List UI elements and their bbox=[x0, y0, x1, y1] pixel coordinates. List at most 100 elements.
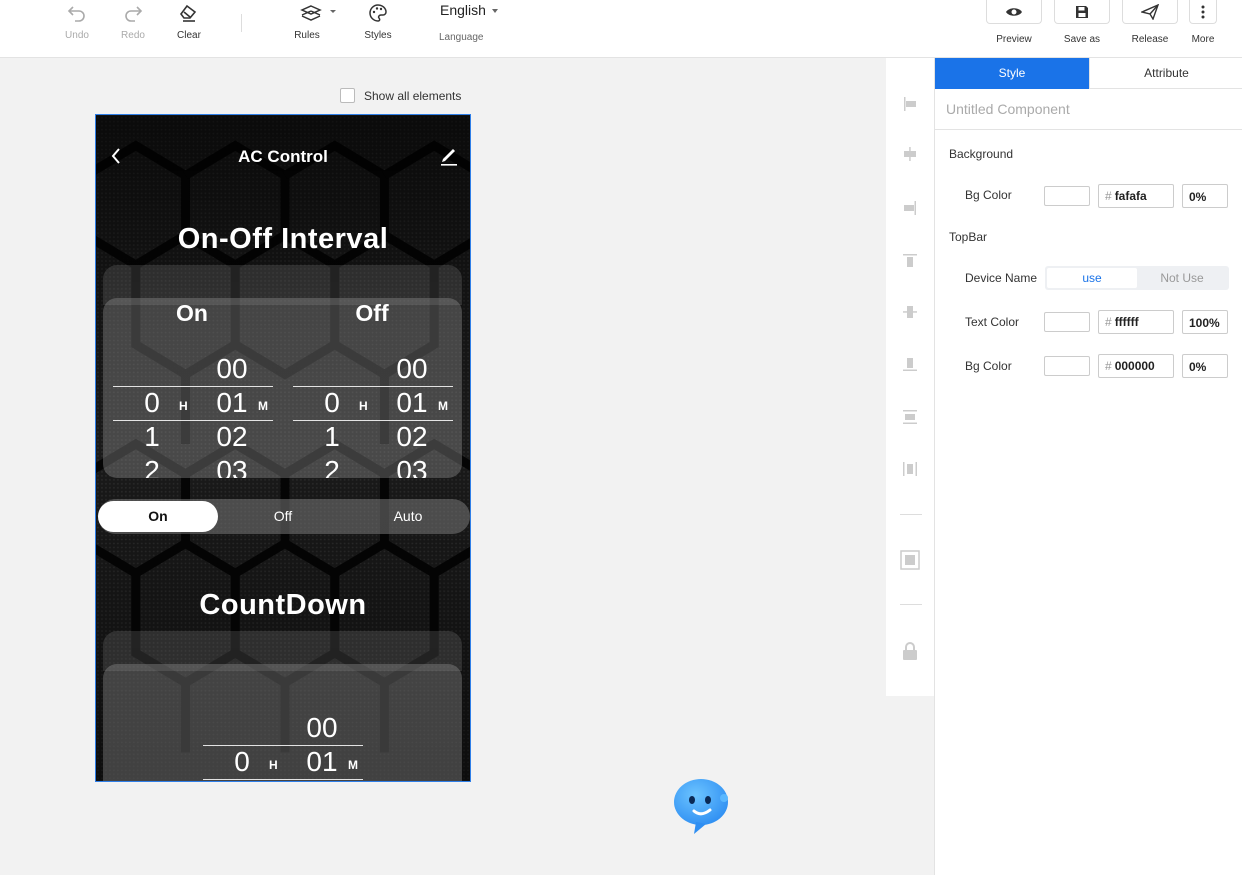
lock-icon[interactable] bbox=[900, 641, 920, 661]
off-minute-value: 03 bbox=[396, 455, 428, 478]
distribute-vertical-icon[interactable] bbox=[900, 407, 920, 427]
align-bottom-icon[interactable] bbox=[900, 354, 920, 374]
align-top-icon[interactable] bbox=[900, 251, 920, 271]
bg-color-hex-value: fafafa bbox=[1114, 189, 1147, 203]
device-name-toggle: use Not Use bbox=[1045, 266, 1229, 290]
hour-unit: H bbox=[269, 758, 278, 772]
undo-label: Undo bbox=[65, 30, 89, 41]
component-name-field[interactable]: Untitled Component bbox=[935, 89, 1242, 130]
show-all-label: Show all elements bbox=[364, 88, 462, 103]
off-minute-value: 00 bbox=[396, 353, 428, 384]
off-column-label: Off bbox=[355, 300, 389, 326]
mode-option-off[interactable]: Off bbox=[223, 501, 343, 532]
text-color-opacity-input[interactable]: 100% bbox=[1182, 310, 1228, 334]
topbar-bg-color-swatch[interactable] bbox=[1044, 356, 1090, 376]
countdown-hour-value: 0 bbox=[234, 746, 250, 777]
text-color-label: Text Color bbox=[965, 315, 1020, 329]
mode-option-on[interactable]: On bbox=[98, 501, 218, 532]
language-label: Language bbox=[439, 32, 484, 43]
on-minute-value: 00 bbox=[216, 353, 248, 384]
tab-attribute[interactable]: Attribute bbox=[1089, 58, 1242, 89]
on-minute-value: 03 bbox=[216, 455, 248, 478]
editor-app: Undo Redo Clear Rules Styles English Lan… bbox=[0, 0, 1242, 875]
text-color-swatch[interactable] bbox=[1044, 312, 1090, 332]
align-right-icon[interactable] bbox=[900, 198, 920, 218]
hour-unit: H bbox=[179, 399, 188, 413]
bg-color-opacity-input[interactable]: 0% bbox=[1182, 184, 1228, 208]
interval-title: On-Off Interval bbox=[177, 223, 389, 255]
clear-button[interactable]: Clear bbox=[172, 0, 206, 50]
on-hour-value: 0 bbox=[144, 387, 160, 418]
preview-button-box bbox=[986, 0, 1042, 24]
countdown-minute-value: 01 bbox=[306, 746, 338, 777]
countdown-time-picker[interactable]: 00 0 H 01 M bbox=[203, 712, 363, 781]
show-all-elements-checkbox[interactable]: Show all elements bbox=[340, 88, 461, 103]
properties-panel: Style Attribute Untitled Component Backg… bbox=[934, 58, 1242, 875]
topbar-bg-color-hex-input[interactable]: #000000 bbox=[1098, 354, 1174, 378]
redo-label: Redo bbox=[121, 30, 145, 41]
more-button[interactable]: More bbox=[1189, 0, 1217, 45]
undo-icon bbox=[60, 0, 94, 28]
layers-icon bbox=[290, 0, 342, 28]
save-as-button-box bbox=[1054, 0, 1110, 24]
on-minute-value: 02 bbox=[216, 421, 248, 452]
hash-icon: # bbox=[1105, 359, 1112, 373]
more-vertical-icon bbox=[1201, 5, 1205, 18]
topbar-bg-color-opacity-input[interactable]: 0% bbox=[1182, 354, 1228, 378]
alignment-divider bbox=[900, 604, 922, 605]
checkbox-box[interactable] bbox=[340, 88, 355, 103]
mode-segmented-control: On Off Auto bbox=[98, 499, 470, 534]
align-center-vertical-icon[interactable] bbox=[900, 302, 920, 322]
on-column-label: On bbox=[176, 300, 208, 326]
styles-button[interactable]: Styles bbox=[361, 0, 395, 50]
distribute-horizontal-icon[interactable] bbox=[900, 459, 920, 479]
rules-button[interactable]: Rules bbox=[290, 0, 342, 50]
device-name-not-use-option[interactable]: Not Use bbox=[1137, 268, 1227, 288]
topbar-bg-color-label: Bg Color bbox=[965, 359, 1012, 373]
phone-preview[interactable]: AC Control On-Off Interval On Off 00 0 H… bbox=[95, 114, 471, 782]
minute-unit: M bbox=[438, 399, 448, 413]
mode-option-auto[interactable]: Auto bbox=[348, 501, 468, 532]
bg-color-label: Bg Color bbox=[965, 188, 1012, 202]
hour-unit: H bbox=[359, 399, 368, 413]
undo-button[interactable]: Undo bbox=[60, 0, 94, 50]
text-color-hex-value: ffffff bbox=[1114, 315, 1139, 329]
align-left-icon[interactable] bbox=[900, 94, 920, 114]
bg-color-hex-input[interactable]: # fafafa bbox=[1098, 184, 1174, 208]
release-button[interactable]: Release bbox=[1122, 0, 1178, 45]
on-time-picker[interactable]: 00 0 H 01 M 1 02 2 03 bbox=[113, 353, 273, 478]
minute-unit: M bbox=[348, 758, 358, 772]
device-name-use-option[interactable]: use bbox=[1047, 268, 1137, 288]
picker-line bbox=[203, 779, 363, 780]
off-time-picker[interactable]: 00 0 H 01 M 1 02 2 03 bbox=[293, 353, 453, 478]
bg-color-swatch[interactable] bbox=[1044, 186, 1090, 206]
interval-panel: On Off 00 0 H 01 M 1 02 2 03 00 0 H 01 M… bbox=[103, 298, 462, 478]
save-icon bbox=[1076, 5, 1088, 18]
off-minute-value: 01 bbox=[396, 387, 428, 418]
language-value: English bbox=[440, 2, 486, 18]
group-icon[interactable] bbox=[900, 550, 920, 570]
tab-style[interactable]: Style bbox=[935, 58, 1089, 89]
background-group-label: Background bbox=[949, 147, 1014, 161]
align-center-horizontal-icon[interactable] bbox=[900, 144, 920, 164]
alignment-toolbar bbox=[886, 58, 934, 696]
alignment-divider bbox=[900, 514, 922, 515]
more-button-box bbox=[1189, 0, 1217, 24]
countdown-minute-value: 00 bbox=[306, 712, 338, 743]
redo-button[interactable]: Redo bbox=[116, 0, 150, 50]
save-as-button[interactable]: Save as bbox=[1054, 0, 1110, 45]
chat-assistant-icon[interactable] bbox=[672, 778, 732, 841]
edit-pencil-icon[interactable] bbox=[440, 146, 458, 171]
preview-button[interactable]: Preview bbox=[986, 0, 1042, 45]
off-hour-value: 2 bbox=[324, 455, 340, 478]
off-minute-value: 02 bbox=[396, 421, 428, 452]
phone-content: AC Control On-Off Interval On Off 00 0 H… bbox=[96, 115, 470, 781]
styles-label: Styles bbox=[364, 30, 392, 41]
text-color-hex-input[interactable]: # ffffff bbox=[1098, 310, 1174, 334]
chevron-down-icon bbox=[491, 9, 498, 14]
eye-icon bbox=[1006, 7, 1022, 16]
send-icon bbox=[1141, 3, 1159, 20]
device-name-label: Device Name bbox=[965, 271, 1038, 285]
language-select[interactable]: English bbox=[434, 2, 506, 18]
toolbar: Undo Redo Clear Rules Styles English Lan… bbox=[0, 0, 1242, 58]
